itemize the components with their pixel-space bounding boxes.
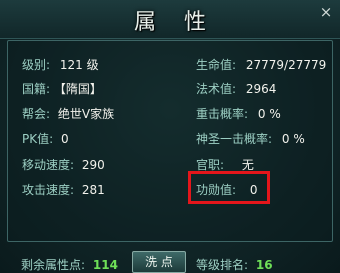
title-bar[interactable]: 属性 ×: [0, 0, 340, 39]
pk-label: PK值:: [22, 132, 54, 146]
crit-row: 重击概率: 0 %: [196, 105, 281, 122]
crit-value: 0 %: [257, 107, 281, 121]
level-label: 级别:: [22, 58, 51, 72]
level-value: 121 级: [59, 58, 99, 72]
remaining-points: 剩余属性点: 114: [21, 256, 118, 273]
close-icon[interactable]: ×: [318, 4, 334, 20]
mp-label: 法术值:: [196, 82, 237, 96]
nationality-value: 【隋国】: [53, 82, 102, 96]
attributes-window: 属性 × 级别: 121 级 国籍: 【隋国】 帮会: 绝世V家族 PK值: 0…: [0, 0, 340, 273]
holy-strike-label: 神圣一击概率:: [196, 132, 273, 146]
holy-strike-value: 0 %: [281, 132, 305, 146]
hp-label: 生命值:: [196, 58, 237, 72]
pk-row: PK值: 0: [22, 130, 69, 147]
level-ranking: 等级排名: 16: [196, 256, 273, 273]
crit-label: 重击概率:: [196, 107, 249, 121]
level-ranking-value: 16: [255, 258, 273, 272]
nationality-row: 国籍: 【隋国】: [22, 80, 102, 97]
mp-row: 法术值: 2964: [196, 80, 276, 97]
remaining-points-label: 剩余属性点:: [21, 258, 86, 272]
guild-row: 帮会: 绝世V家族: [22, 105, 114, 122]
holy-strike-row: 神圣一击概率: 0 %: [196, 130, 305, 147]
highlight-box: [188, 171, 270, 204]
nationality-label: 国籍:: [22, 82, 51, 96]
wash-points-button[interactable]: 洗 点: [132, 251, 186, 273]
move-speed-value: 290: [81, 158, 105, 172]
hp-row: 生命值: 27779/27779: [196, 56, 326, 73]
window-title: 属性: [133, 10, 234, 35]
move-speed-row: 移动速度: 290: [22, 156, 105, 173]
guild-value: 绝世V家族: [57, 107, 115, 121]
guild-label: 帮会:: [22, 107, 51, 121]
attack-speed-row: 攻击速度: 281: [22, 181, 105, 198]
mp-value: 2964: [245, 82, 277, 96]
attack-speed-value: 281: [81, 183, 105, 197]
remaining-points-value: 114: [92, 258, 118, 272]
official-rank-value: 无: [241, 158, 254, 172]
attack-speed-label: 攻击速度:: [22, 183, 75, 197]
official-rank-label: 官职:: [196, 158, 225, 172]
hp-value: 27779/27779: [245, 58, 327, 72]
level-ranking-label: 等级排名:: [196, 258, 249, 272]
pk-value: 0: [60, 132, 69, 146]
level-row: 级别: 121 级: [22, 56, 99, 73]
move-speed-label: 移动速度:: [22, 158, 75, 172]
